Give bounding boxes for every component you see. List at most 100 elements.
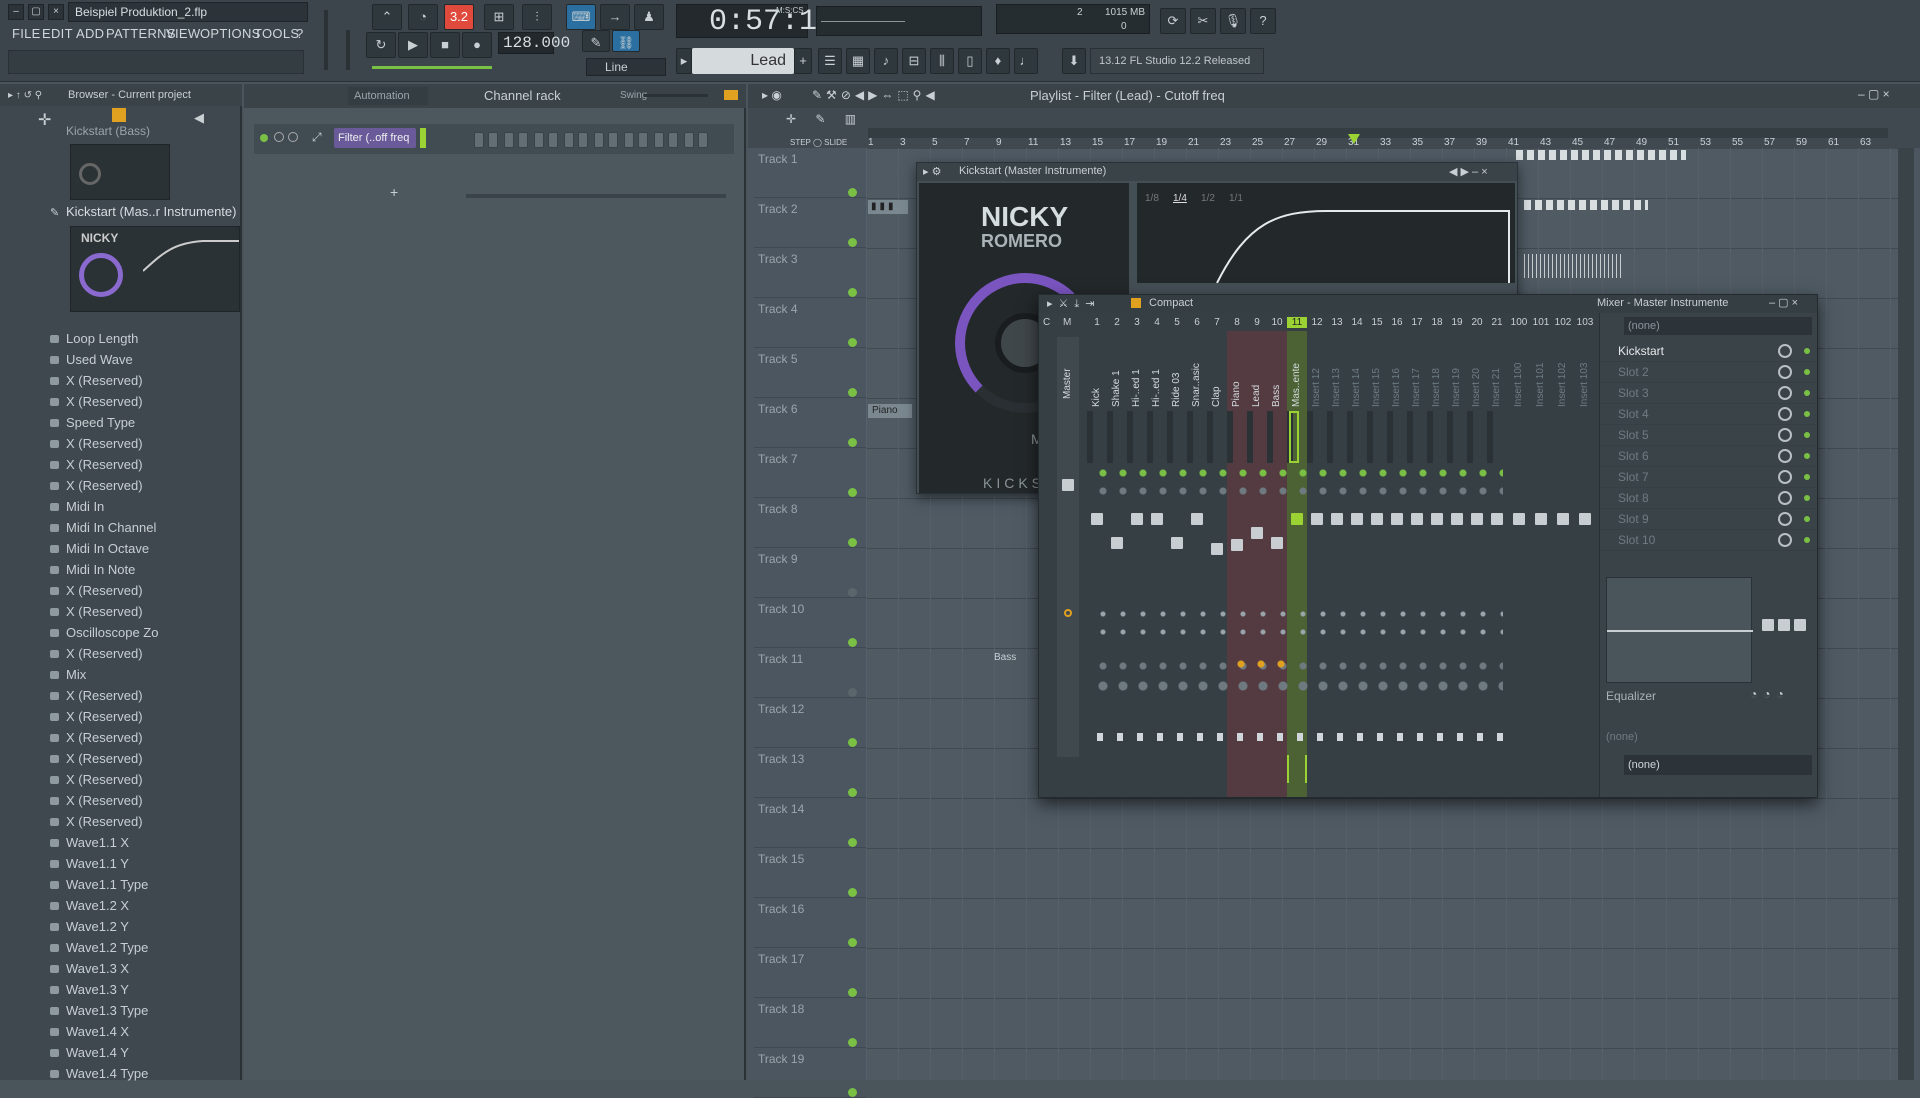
param-item[interactable]: X (Reserved) (0, 769, 240, 790)
swap-buttons[interactable] (1093, 627, 1503, 637)
param-item[interactable]: Wave1.1 Type (0, 874, 240, 895)
metronome-icon[interactable]: ◔ (408, 4, 438, 30)
slot-enable-led[interactable] (1804, 369, 1810, 375)
minimize-icon[interactable]: – (8, 4, 24, 20)
playlist-window-icon[interactable]: ☰ (818, 48, 842, 74)
channel-select[interactable] (420, 128, 426, 148)
piano-clip[interactable]: Piano (868, 404, 912, 418)
step-button[interactable] (534, 132, 544, 148)
tool-icons[interactable]: ✎⚒⊘◀▶⇔⬚⚲◀ (812, 88, 939, 102)
param-item[interactable]: Midi In Octave (0, 538, 240, 559)
track-mute-led[interactable] (848, 388, 857, 397)
param-item[interactable]: Wave1.4 Y (0, 1042, 240, 1063)
routing-knobs[interactable] (1093, 681, 1503, 691)
playhead-marker[interactable] (1348, 134, 1360, 144)
fader[interactable] (1535, 513, 1547, 525)
mixer-view[interactable]: Compact (1149, 297, 1193, 309)
param-item[interactable]: X (Reserved) (0, 790, 240, 811)
plugin-db-icon[interactable]: ♦ (986, 48, 1010, 74)
output-selector[interactable]: (none) (1624, 755, 1812, 775)
slot-mix-knob[interactable] (1778, 428, 1792, 442)
active-sends[interactable] (1231, 659, 1287, 669)
fx-slot[interactable]: Slot 2 (1600, 362, 1816, 383)
loop-icon[interactable]: ↻ (366, 32, 396, 58)
fx-knob[interactable] (1064, 609, 1072, 617)
param-item[interactable]: X (Reserved) (0, 433, 240, 454)
fader[interactable] (1451, 513, 1463, 525)
browser-nav-icon[interactable]: ▸ ↑ ↺ ⚲ (8, 90, 42, 101)
step-button[interactable] (474, 132, 484, 148)
window-controls-icon[interactable]: – ▢ × (1858, 87, 1890, 101)
param-item[interactable]: X (Reserved) (0, 748, 240, 769)
step-button[interactable] (518, 132, 528, 148)
fader[interactable] (1151, 513, 1163, 525)
track-mute-led[interactable] (848, 288, 857, 297)
track-mute-led[interactable] (848, 638, 857, 647)
link-icon[interactable]: ⛓ (612, 30, 640, 52)
blend-notes-icon[interactable]: ⫶ (522, 4, 552, 30)
fader[interactable] (1351, 513, 1363, 525)
param-item[interactable]: Midi In Note (0, 559, 240, 580)
window-controls-icon[interactable]: – ▢ × (1769, 296, 1798, 309)
track-mute-led[interactable] (848, 238, 857, 247)
fader[interactable] (1191, 513, 1203, 525)
fader[interactable] (1391, 513, 1403, 525)
track-mute-led[interactable] (848, 338, 857, 347)
fx-slot[interactable]: Slot 9 (1600, 509, 1816, 530)
slot-mix-knob[interactable] (1778, 491, 1792, 505)
add-pattern-icon[interactable]: + (794, 48, 812, 74)
fader[interactable] (1091, 513, 1103, 525)
param-item[interactable]: X (Reserved) (0, 601, 240, 622)
eq-graph[interactable] (1606, 577, 1753, 683)
param-item[interactable]: Mix (0, 664, 240, 685)
slot-mix-knob[interactable] (1778, 512, 1792, 526)
mixer-tools-icon[interactable]: ▸⚔⤓⇥ (1047, 297, 1100, 311)
fx-slot[interactable]: Slot 5 (1600, 425, 1816, 446)
fader[interactable] (1579, 513, 1591, 525)
news-ticker[interactable]: 13.12 FL Studio 12.2 Released (1090, 48, 1264, 74)
track-mute-led[interactable] (848, 488, 857, 497)
track-mute-led[interactable] (848, 1038, 857, 1047)
param-item[interactable]: Wave1.2 Type (0, 937, 240, 958)
step-seq-icon[interactable]: → (600, 4, 630, 30)
fx-slot[interactable]: Slot 8 (1600, 488, 1816, 509)
browser-add-icon[interactable]: ✛ (38, 110, 51, 130)
fx-slot[interactable]: Slot 7 (1600, 467, 1816, 488)
pattern-selector[interactable]: Lead (692, 48, 794, 74)
fader[interactable] (1171, 537, 1183, 549)
param-item[interactable]: Wave1.2 X (0, 895, 240, 916)
output-selector-secondary[interactable]: (none) (1606, 731, 1638, 743)
track-mute-led[interactable] (848, 188, 857, 197)
view-icon[interactable] (1131, 298, 1141, 308)
plugin-picker-icon[interactable]: ▯ (958, 48, 982, 74)
plugin-bass-thumbnail[interactable] (70, 144, 170, 200)
draw-tool-icon[interactable]: ✎ (582, 30, 610, 52)
param-item[interactable]: Wave1.4 X (0, 1021, 240, 1042)
fader[interactable] (1291, 513, 1303, 525)
param-item[interactable]: Midi In (0, 496, 240, 517)
pattern-clip[interactable]: ▮▮▮ (868, 200, 908, 214)
fader[interactable] (1513, 513, 1525, 525)
fader[interactable] (1431, 513, 1443, 525)
param-item[interactable]: X (Reserved) (0, 643, 240, 664)
slot-mix-knob[interactable] (1778, 470, 1792, 484)
step-button[interactable] (668, 132, 678, 148)
channel-name-button[interactable]: Filter (..off freq (334, 128, 416, 148)
fader[interactable] (1111, 537, 1123, 549)
pattern-clip-row[interactable] (1524, 200, 1648, 210)
step-button[interactable] (548, 132, 558, 148)
fader[interactable] (1311, 513, 1323, 525)
fader[interactable] (1211, 543, 1223, 555)
folder-icon[interactable] (112, 108, 126, 122)
pattern-clip-row[interactable] (1516, 150, 1686, 160)
undo-icon[interactable]: ⟳ (1160, 8, 1186, 34)
pattern-arrow-icon[interactable]: ▸ (676, 48, 692, 74)
step-button[interactable] (654, 132, 664, 148)
slot-enable-led[interactable] (1804, 537, 1810, 543)
track-mute-led[interactable] (848, 438, 857, 447)
wait-input-icon[interactable]: ♟ (634, 4, 664, 30)
fx-slot[interactable]: Slot 6 (1600, 446, 1816, 467)
window-controls-icon[interactable]: ◀ ▶ – × (1449, 165, 1488, 178)
master-pitch-slider[interactable] (346, 30, 350, 70)
channel-rack-icon[interactable]: ▦ (846, 48, 870, 74)
